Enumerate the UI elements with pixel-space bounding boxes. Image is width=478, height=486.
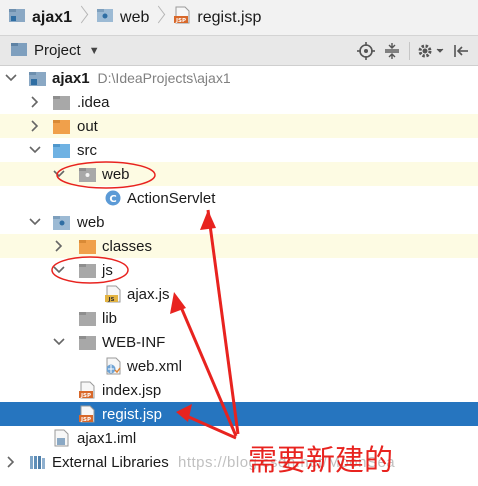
tree-item-label: js [102, 261, 113, 279]
module-folder-icon [28, 69, 48, 87]
tree-item-js[interactable]: js [0, 258, 478, 282]
output-folder-icon [52, 117, 72, 135]
svg-text:JS: JS [107, 297, 114, 303]
tree-item-path: D:\IdeaProjects\ajax1 [97, 69, 231, 86]
tree-item-web[interactable]: web [0, 210, 478, 234]
chevron-right-icon[interactable] [28, 119, 42, 133]
tree-item-label: lib [102, 309, 118, 327]
chevron-down-icon: ▼ [88, 44, 100, 57]
breadcrumb-item-web[interactable]: web [96, 0, 149, 35]
module-folder-icon [8, 7, 26, 28]
tree-item-label: classes [102, 237, 153, 255]
tree-item-ajax1-iml[interactable]: ajax1.iml [0, 426, 478, 450]
chevron-down-icon[interactable] [28, 215, 42, 229]
breadcrumb-item-regist-jsp[interactable]: JSP regist.jsp [173, 0, 261, 35]
tree-item-regist-jsp[interactable]: JSP regist.jsp [0, 402, 478, 426]
project-view-icon [10, 41, 28, 61]
chevron-down-icon[interactable] [28, 143, 42, 157]
tree-item-label: web [77, 213, 105, 231]
java-class-icon: C [104, 189, 124, 207]
breadcrumb-label: regist.jsp [197, 8, 262, 26]
tree-item-label: out [77, 117, 98, 135]
tree-item-classes[interactable]: classes [0, 234, 478, 258]
tree-item-label: regist.jsp [102, 405, 163, 423]
breadcrumb-bar: ajax1 web JSP regist.jsp [0, 0, 478, 36]
source-folder-icon [52, 141, 72, 159]
tree-item-label: ActionServlet [127, 189, 216, 207]
project-view-title: Project [34, 42, 81, 59]
tree-item-label: ajax.js [127, 285, 170, 303]
tree-item-label: ajax1.iml [77, 429, 137, 447]
folder-icon [78, 261, 98, 279]
chevron-right-icon[interactable] [28, 95, 42, 109]
locate-icon[interactable] [353, 38, 379, 64]
annotation-label: 需要新建的 [248, 443, 394, 477]
project-toolbar: Project ▼ [0, 36, 478, 66]
collapse-all-icon[interactable] [379, 38, 405, 64]
tree-item-label: WEB-INF [102, 333, 166, 351]
tree-item-lib[interactable]: lib [0, 306, 478, 330]
chevron-down-icon[interactable] [4, 71, 18, 85]
tree-item-label: web [102, 165, 130, 183]
tree-item-actionservlet[interactable]: C ActionServlet [0, 186, 478, 210]
tree-item-idea[interactable]: .idea [0, 90, 478, 114]
js-file-icon: JS [104, 285, 124, 303]
breadcrumb-separator [76, 0, 90, 36]
tree-item-label: index.jsp [102, 381, 162, 399]
chevron-right-icon[interactable] [4, 455, 18, 469]
output-folder-icon [78, 237, 98, 255]
tree-item-src-web[interactable]: web [0, 162, 478, 186]
tree-item-web-xml[interactable]: web.xml [0, 354, 478, 378]
package-icon [78, 165, 98, 183]
web-xml-icon [104, 357, 124, 375]
tree-item-label: .idea [77, 93, 110, 111]
svg-text:JSP: JSP [80, 393, 91, 399]
tree-item-ajax1[interactable]: ajax1 D:\IdeaProjects\ajax1 [0, 66, 478, 90]
tree-item-src[interactable]: src [0, 138, 478, 162]
jsp-file-icon: JSP [78, 405, 98, 423]
svg-text:JSP: JSP [80, 417, 91, 423]
tree-item-ajax-js[interactable]: JS ajax.js [0, 282, 478, 306]
chevron-right-icon[interactable] [52, 239, 66, 253]
tree-item-label: ajax1 [52, 69, 90, 87]
project-view-selector[interactable]: Project ▼ [0, 36, 100, 65]
tree-item-label: src [77, 141, 97, 159]
tree-item-label: External Libraries [52, 453, 169, 471]
tree-item-index-jsp[interactable]: JSP index.jsp [0, 378, 478, 402]
breadcrumb-label: web [120, 8, 150, 26]
web-folder-icon [52, 213, 72, 231]
hide-panel-icon[interactable] [448, 38, 474, 64]
libraries-icon [28, 453, 48, 471]
chevron-down-icon[interactable] [52, 335, 66, 349]
folder-icon [78, 309, 98, 327]
svg-text:C: C [109, 194, 116, 205]
breadcrumb-label: ajax1 [32, 8, 73, 26]
chevron-down-icon[interactable] [52, 167, 66, 181]
tree-item-out[interactable]: out [0, 114, 478, 138]
jsp-file-icon: JSP [173, 6, 191, 29]
svg-text:JSP: JSP [175, 18, 186, 24]
chevron-down-icon[interactable] [52, 263, 66, 277]
settings-icon[interactable] [414, 38, 448, 64]
jsp-file-icon: JSP [78, 381, 98, 399]
toolbar-divider [409, 41, 410, 60]
iml-file-icon [52, 429, 72, 447]
folder-icon [52, 93, 72, 111]
tree-item-label: web.xml [127, 357, 183, 375]
tree-item-web-inf[interactable]: WEB-INF [0, 330, 478, 354]
web-folder-icon [96, 7, 114, 28]
folder-icon [78, 333, 98, 351]
breadcrumb-separator [153, 0, 167, 36]
breadcrumb-item-ajax1[interactable]: ajax1 [8, 0, 72, 35]
